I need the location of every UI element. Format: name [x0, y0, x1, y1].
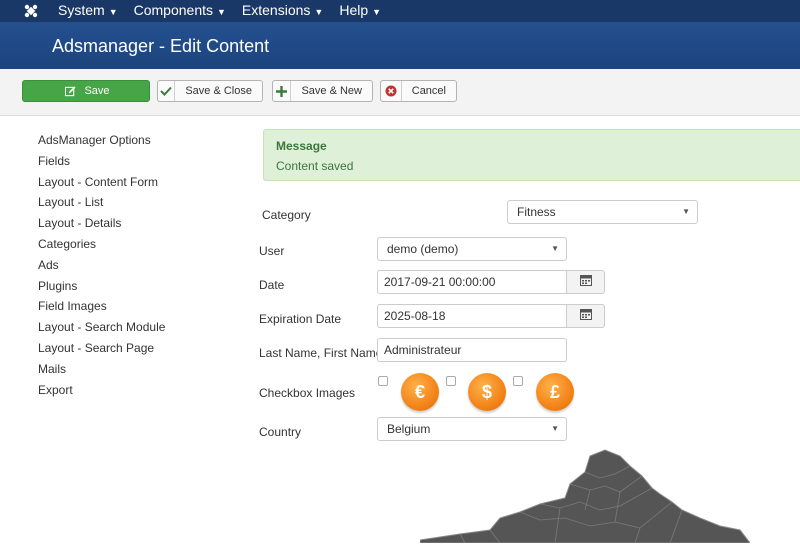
name-label: Last Name, First Name — [259, 346, 383, 360]
dollar-checkbox[interactable] — [446, 376, 456, 386]
dollar-coin-icon: $ — [468, 373, 506, 411]
category-select[interactable]: Fitness ▼ — [507, 200, 698, 224]
plus-icon — [273, 81, 292, 101]
user-label: User — [259, 244, 285, 258]
date-label: Date — [259, 278, 285, 292]
euro-checkbox[interactable] — [378, 376, 388, 386]
sidebar-item-mails[interactable]: Mails — [38, 361, 238, 382]
message-title: Message — [276, 139, 327, 153]
sidebar-item-fields[interactable]: Fields — [38, 153, 238, 174]
page-title: Adsmanager - Edit Content — [52, 36, 270, 56]
cancel-button[interactable]: Cancel — [380, 80, 457, 102]
toolbar: Save Save & Close Save & New Cancel — [0, 69, 800, 116]
country-label: Country — [259, 425, 302, 439]
check-icon — [158, 81, 176, 101]
save-new-button[interactable]: Save & New — [272, 80, 373, 102]
checkbox-images-label: Checkbox Images — [259, 386, 356, 400]
euro-coin-icon: € — [401, 373, 439, 411]
success-message: Message Content saved — [263, 129, 800, 181]
caret-down-icon: ▼ — [682, 207, 690, 216]
caret-down-icon: ▼ — [372, 6, 382, 17]
date-calendar-button[interactable] — [567, 270, 605, 294]
menu-system[interactable]: System ▼ — [50, 0, 126, 23]
sidebar-item-export[interactable]: Export — [38, 382, 238, 403]
caret-down-icon: ▼ — [217, 6, 226, 17]
sidebar-item-adsmanager-options[interactable]: AdsManager Options — [38, 132, 238, 153]
cancel-icon — [381, 81, 402, 101]
message-text: Content saved — [276, 159, 354, 173]
category-label: Category — [262, 208, 311, 222]
joomla-logo-icon[interactable] — [20, 0, 42, 22]
caret-down-icon: ▼ — [551, 244, 559, 253]
calendar-icon — [579, 275, 592, 289]
sidebar: AdsManager Options Fields Layout - Conte… — [38, 132, 238, 402]
save-close-button[interactable]: Save & Close — [157, 80, 263, 102]
caret-down-icon: ▼ — [551, 424, 559, 433]
name-input[interactable]: Administrateur — [377, 338, 567, 362]
top-navbar: System ▼ Components ▼ Extensions ▼ Help ▼ — [0, 0, 800, 22]
edit-icon — [62, 81, 78, 101]
calendar-icon — [579, 309, 592, 323]
user-select[interactable]: demo (demo) ▼ — [377, 237, 567, 261]
menu-components[interactable]: Components ▼ — [126, 0, 234, 23]
caret-down-icon: ▼ — [314, 6, 324, 17]
sidebar-item-layout-list[interactable]: Layout - List — [38, 194, 238, 215]
sidebar-item-ads[interactable]: Ads — [38, 257, 238, 278]
sidebar-item-layout-details[interactable]: Layout - Details — [38, 215, 238, 236]
date-input[interactable]: 2017-09-21 00:00:00 — [377, 270, 567, 294]
pound-checkbox[interactable] — [513, 376, 523, 386]
sidebar-item-layout-search-page[interactable]: Layout - Search Page — [38, 340, 238, 361]
expiration-date-label: Expiration Date — [259, 312, 342, 326]
pound-coin-icon: £ — [536, 373, 574, 411]
expiration-date-input[interactable]: 2025-08-18 — [377, 304, 567, 328]
caret-down-icon: ▼ — [108, 6, 118, 17]
save-button[interactable]: Save — [22, 80, 150, 102]
menu-help[interactable]: Help ▼ — [331, 0, 389, 23]
sidebar-item-categories[interactable]: Categories — [38, 236, 238, 257]
sidebar-item-plugins[interactable]: Plugins — [38, 278, 238, 299]
country-map[interactable] — [419, 448, 752, 546]
sidebar-item-layout-content-form[interactable]: Layout - Content Form — [38, 174, 238, 195]
sidebar-item-field-images[interactable]: Field Images — [38, 298, 238, 319]
country-select[interactable]: Belgium ▼ — [377, 417, 567, 441]
expiration-calendar-button[interactable] — [567, 304, 605, 328]
menu-extensions[interactable]: Extensions ▼ — [234, 0, 331, 23]
sidebar-item-layout-search-module[interactable]: Layout - Search Module — [38, 319, 238, 340]
page-header: Adsmanager - Edit Content — [0, 22, 800, 69]
